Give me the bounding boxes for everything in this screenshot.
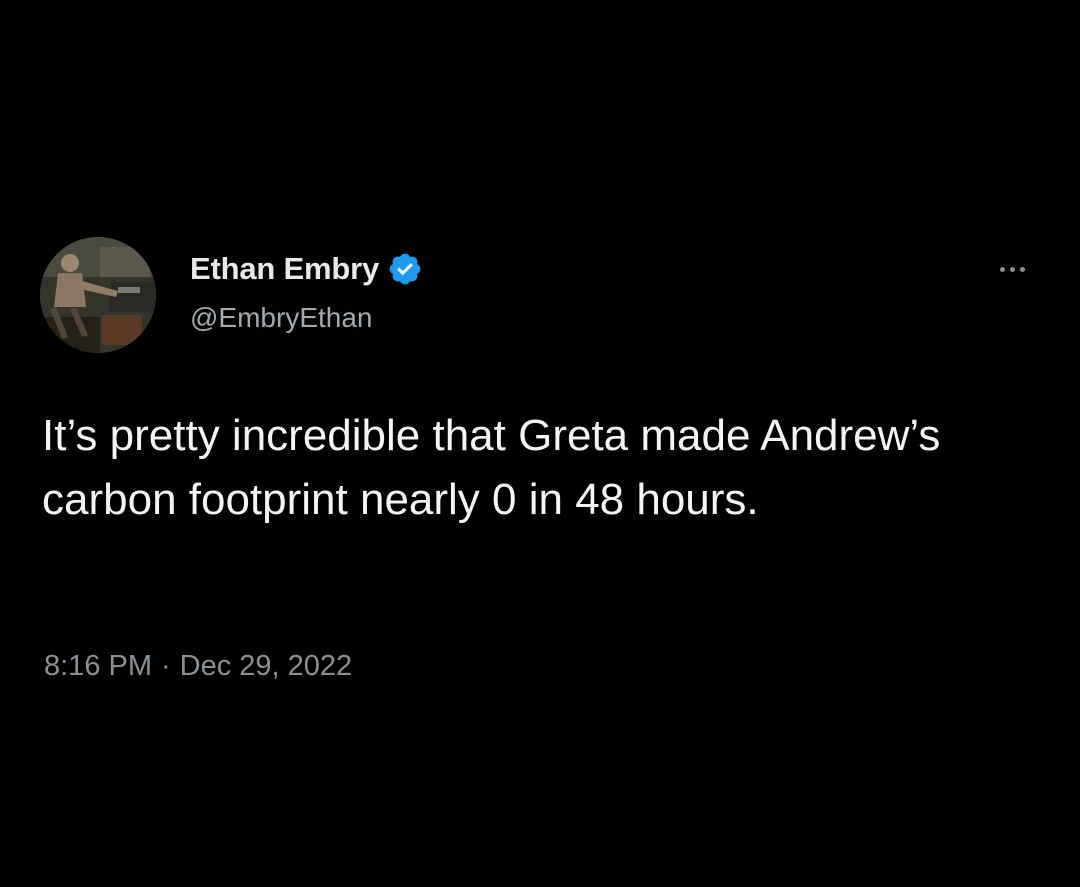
author-display-name[interactable]: Ethan Embry (190, 251, 379, 287)
tweet-timestamp[interactable]: 8:16 PM · Dec 29, 2022 (44, 650, 352, 683)
tweet-card: Ethan Embry @EmbryEthan It’s pretty incr… (0, 0, 1080, 887)
tweet-date[interactable]: Dec 29, 2022 (180, 650, 353, 683)
avatar-photo (40, 237, 156, 353)
more-dot (1019, 266, 1025, 272)
more-dot (999, 266, 1005, 272)
tweet-time[interactable]: 8:16 PM (44, 650, 152, 683)
tweet-text: It’s pretty incredible that Greta made A… (42, 411, 941, 524)
author-name-row[interactable]: Ethan Embry (190, 249, 423, 289)
avatar[interactable] (40, 237, 156, 353)
author-handle[interactable]: @EmbryEthan (190, 302, 373, 334)
more-dot (1009, 266, 1015, 272)
timestamp-separator: · (161, 650, 171, 682)
more-horizontal-icon[interactable] (990, 256, 1034, 282)
verified-badge-icon (387, 251, 423, 287)
